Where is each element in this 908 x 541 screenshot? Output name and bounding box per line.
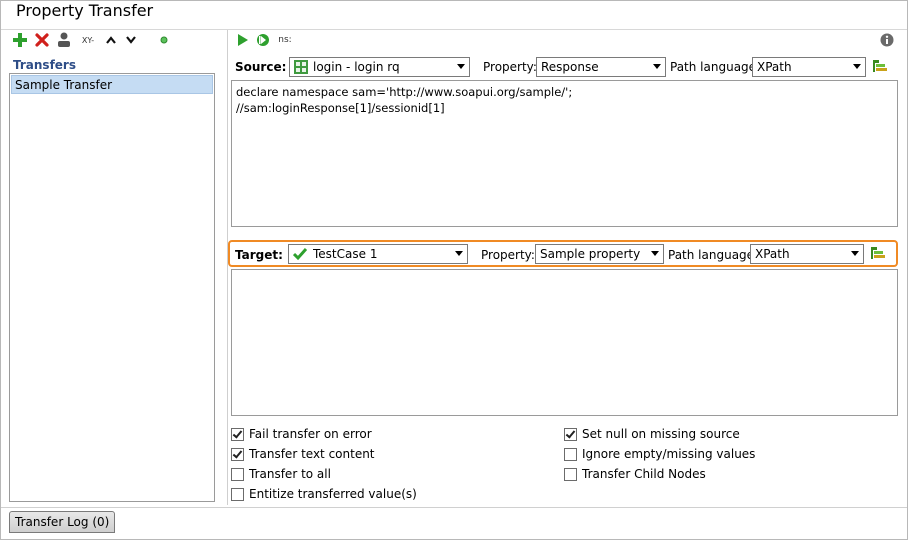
chevron-down-icon [653,64,661,69]
transfers-heading: Transfers [13,58,76,72]
option-ignore-empty-missing[interactable]: Ignore empty/missing values [564,445,755,463]
transfer-toolbar: ns: [234,31,894,51]
option-transfer-child-nodes[interactable]: Transfer Child Nodes [564,465,706,483]
rename-icon[interactable] [55,31,73,49]
chevron-down-icon [853,64,861,69]
move-up-icon[interactable] [102,31,120,49]
option-label: Fail transfer on error [249,427,372,441]
option-transfer-text-content[interactable]: Transfer text content [231,445,375,463]
option-label: Ignore empty/missing values [582,447,756,461]
soap-request-icon [294,60,308,74]
info-icon[interactable] [878,31,896,49]
target-path-language-value: XPath [755,247,790,261]
target-label: Target: [235,248,283,262]
target-property-label: Property: [481,248,535,262]
source-xpath-selector-icon[interactable] [872,58,890,76]
source-label: Source: [235,60,287,74]
title-bar: Property Transfer [0,0,908,30]
source-path-language-select[interactable]: XPath [752,57,866,77]
option-label: Transfer Child Nodes [582,467,706,481]
chevron-down-icon [455,251,463,256]
target-path-language-label: Path language: [668,248,759,262]
xy-label: XY- [81,35,95,45]
chevron-down-icon [651,251,659,256]
namespace-icon[interactable]: ns: [276,31,294,49]
status-dot-icon[interactable] [155,31,173,49]
run-all-icon[interactable] [254,31,272,49]
option-label: Entitize transferred value(s) [249,487,417,501]
transfer-item-label: Sample Transfer [15,78,113,92]
add-icon[interactable] [11,31,29,49]
option-fail-transfer-on-error[interactable]: Fail transfer on error [231,425,372,443]
target-property-select[interactable]: Sample property [535,244,664,264]
window-title: Property Transfer [16,1,154,20]
transfer-to-all-checkbox[interactable] [231,467,244,481]
source-property-label: Property: [483,60,537,74]
source-property-select[interactable]: Response [536,57,666,77]
option-entitize-values[interactable]: Entitize transferred value(s) [231,485,417,503]
target-step-value: TestCase 1 [313,247,378,261]
chevron-down-icon [457,64,465,69]
source-expression-line: //sam:loginResponse[1]/sessionid[1] [236,101,445,115]
option-label: Transfer to all [249,467,331,481]
bottom-bar [0,507,908,541]
target-step-select[interactable]: TestCase 1 [288,244,468,264]
option-transfer-to-all[interactable]: Transfer to all [231,465,331,483]
source-path-language-label: Path language: [670,60,761,74]
source-step-select[interactable]: login - login rq [289,57,470,77]
transfer-child-nodes-checkbox[interactable] [564,467,577,481]
ns-label: ns: [278,35,292,45]
check-icon [292,247,308,261]
transfer-text-content-checkbox[interactable] [231,447,244,461]
transfer-list-item[interactable]: Sample Transfer [11,75,213,94]
chevron-down-icon [851,251,859,256]
target-path-language-select[interactable]: XPath [750,244,864,264]
set-null-checkbox[interactable] [564,427,577,441]
source-expression-line: declare namespace sam='http://www.soapui… [236,85,573,99]
transfer-log-tab[interactable]: Transfer Log (0) [9,511,116,533]
source-property-value: Response [541,60,599,74]
source-step-value: login - login rq [313,60,400,74]
move-down-icon[interactable] [122,31,140,49]
transfers-toolbar: XY- [9,31,223,51]
option-label: Set null on missing source [582,427,740,441]
target-expression-editor[interactable] [231,269,898,416]
target-xpath-selector-icon[interactable] [870,245,888,263]
delete-icon[interactable] [33,31,51,49]
source-expression-editor[interactable]: declare namespace sam='http://www.soapui… [231,80,898,227]
panel-divider[interactable] [227,30,228,505]
entitize-values-checkbox[interactable] [231,487,244,501]
source-path-language-value: XPath [757,60,792,74]
option-set-null-on-missing-source[interactable]: Set null on missing source [564,425,740,443]
target-property-value: Sample property [540,247,641,261]
run-icon[interactable] [234,31,252,49]
option-label: Transfer text content [249,447,375,461]
fail-transfer-checkbox[interactable] [231,427,244,441]
transfer-list[interactable]: Sample Transfer [9,73,215,502]
xy-icon[interactable]: XY- [77,31,99,49]
ignore-empty-checkbox[interactable] [564,447,577,461]
